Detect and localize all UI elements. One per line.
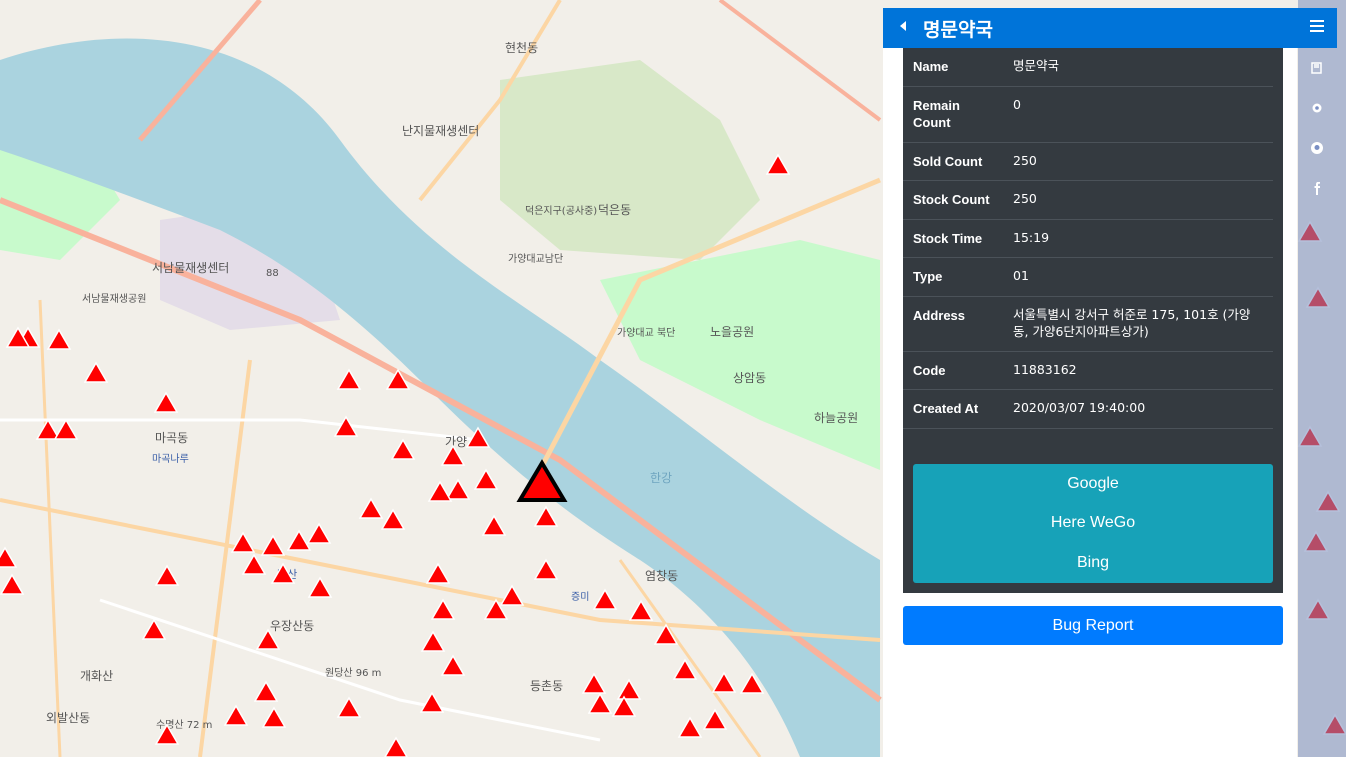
facebook-icon[interactable]	[1297, 168, 1337, 208]
info-key: Name	[903, 48, 1003, 87]
google-link[interactable]: Google	[913, 464, 1273, 504]
map-label: 등촌동	[530, 679, 563, 693]
map-label: 덕은동	[598, 203, 631, 217]
github-icon[interactable]	[1297, 128, 1337, 168]
panel-header: 명문약국	[883, 8, 1297, 48]
map-label: 노을공원	[710, 325, 754, 339]
info-value: 250	[1003, 142, 1273, 182]
info-row: Address 서울특별시 강서구 허준로 175, 101호 (가양동, 가양6…	[903, 296, 1273, 352]
pharmacy-info-card: Name 명문약국 Remain Count 0 Sold Count 250 Sto…	[903, 48, 1283, 593]
pharmacy-detail-panel: 명문약국 Name 명문약국 Remain Count 0 Sold Count 25…	[883, 8, 1337, 757]
bug-report-button[interactable]: Bug Report	[903, 606, 1283, 645]
map-label: 마곡동	[155, 431, 188, 445]
info-key: Code	[903, 351, 1003, 391]
map-label: 개화산	[80, 669, 113, 683]
book-icon[interactable]	[1297, 48, 1337, 88]
map-label: 한강	[650, 471, 672, 485]
info-key: Stock Time	[903, 219, 1003, 259]
info-value: 01	[1003, 257, 1273, 297]
map-label: 가양	[445, 435, 467, 449]
info-row: Code 11883162	[903, 351, 1273, 391]
info-row: Name 명문약국	[903, 48, 1273, 87]
map-label: 가양대교 북단	[617, 327, 675, 339]
hamburger-icon	[1310, 19, 1324, 37]
map-label: 서남물재생센터	[152, 261, 229, 275]
info-value: 250	[1003, 180, 1273, 220]
map-label: 하늘공원	[814, 411, 858, 425]
info-row: Sold Count 250	[903, 142, 1273, 182]
here-wego-link[interactable]: Here WeGo	[913, 504, 1273, 544]
map-label: 현천동	[505, 40, 538, 55]
map-links-group: Google Here WeGo Bing	[913, 464, 1273, 583]
info-row: Stock Time 15:19	[903, 219, 1273, 259]
pharmacy-info-table: Name 명문약국 Remain Count 0 Sold Count 250 Sto…	[903, 48, 1273, 429]
info-key: Stock Count	[903, 180, 1003, 220]
map-label: 외발산동	[46, 711, 90, 725]
map-label: 상암동	[733, 371, 766, 385]
info-value: 2020/03/07 19:40:00	[1003, 389, 1273, 429]
back-button[interactable]	[883, 8, 923, 48]
map-label: 덕은지구(공사중)	[525, 205, 597, 217]
info-value: 서울특별시 강서구 허준로 175, 101호 (가양동, 가양6단지아파트상가…	[1003, 296, 1273, 352]
info-key: Type	[903, 257, 1003, 297]
sidebar-tabs	[1297, 48, 1337, 208]
info-row: Remain Count 0	[903, 86, 1273, 143]
panel-title: 명문약국	[923, 18, 993, 41]
info-value: 15:19	[1003, 219, 1273, 259]
gear-icon[interactable]	[1297, 88, 1337, 128]
map-label: 가양대교남단	[508, 253, 563, 265]
map-label: 우장산동	[270, 619, 314, 633]
bing-link[interactable]: Bing	[913, 543, 1273, 583]
map-label: 서남물재생공원	[82, 293, 146, 305]
map-label: 마곡나루	[152, 453, 189, 465]
info-value: 0	[1003, 86, 1273, 143]
map-label: 난지물재생센터	[402, 124, 479, 138]
info-row: Created At 2020/03/07 19:40:00	[903, 389, 1273, 429]
caret-left-icon	[899, 19, 907, 37]
info-value: 명문약국	[1003, 48, 1273, 87]
info-key: Created At	[903, 389, 1003, 429]
info-key: Sold Count	[903, 142, 1003, 182]
info-key: Address	[903, 296, 1003, 352]
info-row: Type 01	[903, 257, 1273, 297]
map-label: 증미	[571, 591, 589, 603]
info-key: Remain Count	[903, 86, 1003, 143]
map-label: 염창동	[645, 569, 678, 583]
menu-button[interactable]	[1297, 8, 1337, 48]
map-label: 88	[266, 268, 279, 279]
info-value: 11883162	[1003, 351, 1273, 391]
info-row: Stock Count 250	[903, 180, 1273, 220]
map-label: 원당산 96 m	[325, 667, 381, 679]
